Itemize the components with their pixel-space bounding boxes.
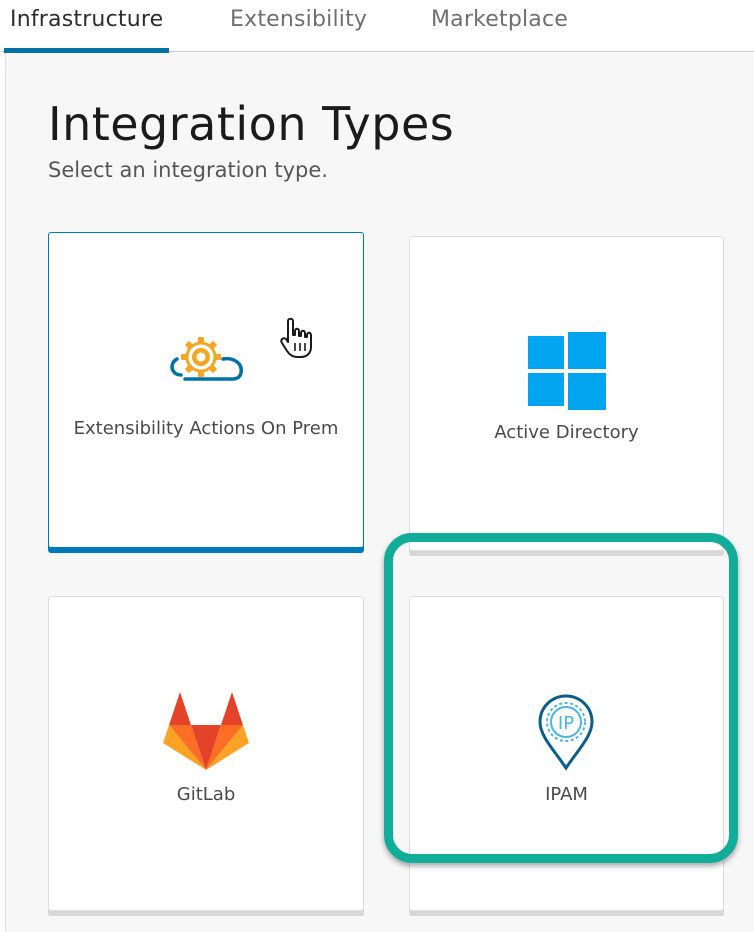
tab-marketplace-label: Marketplace — [431, 7, 569, 32]
card-label: Active Directory — [494, 422, 639, 443]
tab-marketplace[interactable]: Marketplace — [431, 0, 568, 52]
page-subtitle: Select an integration type. — [48, 158, 328, 182]
tab-infrastructure[interactable]: Infrastructure — [4, 0, 170, 53]
tab-extensibility-label: Extensibility — [230, 7, 368, 32]
card-active-directory[interactable]: Active Directory — [409, 236, 724, 551]
hand-cursor-icon — [280, 317, 312, 358]
gitlab-logo-icon — [163, 692, 249, 770]
main-content: Integration Types Select an integration … — [6, 53, 754, 932]
windows-logo-icon — [528, 332, 606, 410]
svg-text:IP: IP — [558, 713, 574, 734]
card-label: IPAM — [545, 784, 588, 805]
card-gitlab[interactable]: GitLab — [48, 596, 364, 911]
card-label: Extensibility Actions On Prem — [73, 418, 339, 439]
tab-bar: Infrastructure Extensibility Marketplace — [0, 0, 754, 53]
tab-infrastructure-label: Infrastructure — [10, 7, 164, 32]
card-ipam[interactable]: IP IPAM — [409, 596, 724, 911]
tab-extensibility[interactable]: Extensibility — [230, 0, 367, 52]
card-extensibility-actions-on-prem[interactable]: Extensibility Actions On Prem — [48, 232, 364, 548]
ipam-pin-icon: IP — [538, 694, 594, 771]
card-label: GitLab — [176, 784, 236, 805]
gear-cloud-icon — [170, 337, 243, 381]
page-title: Integration Types — [48, 97, 455, 151]
